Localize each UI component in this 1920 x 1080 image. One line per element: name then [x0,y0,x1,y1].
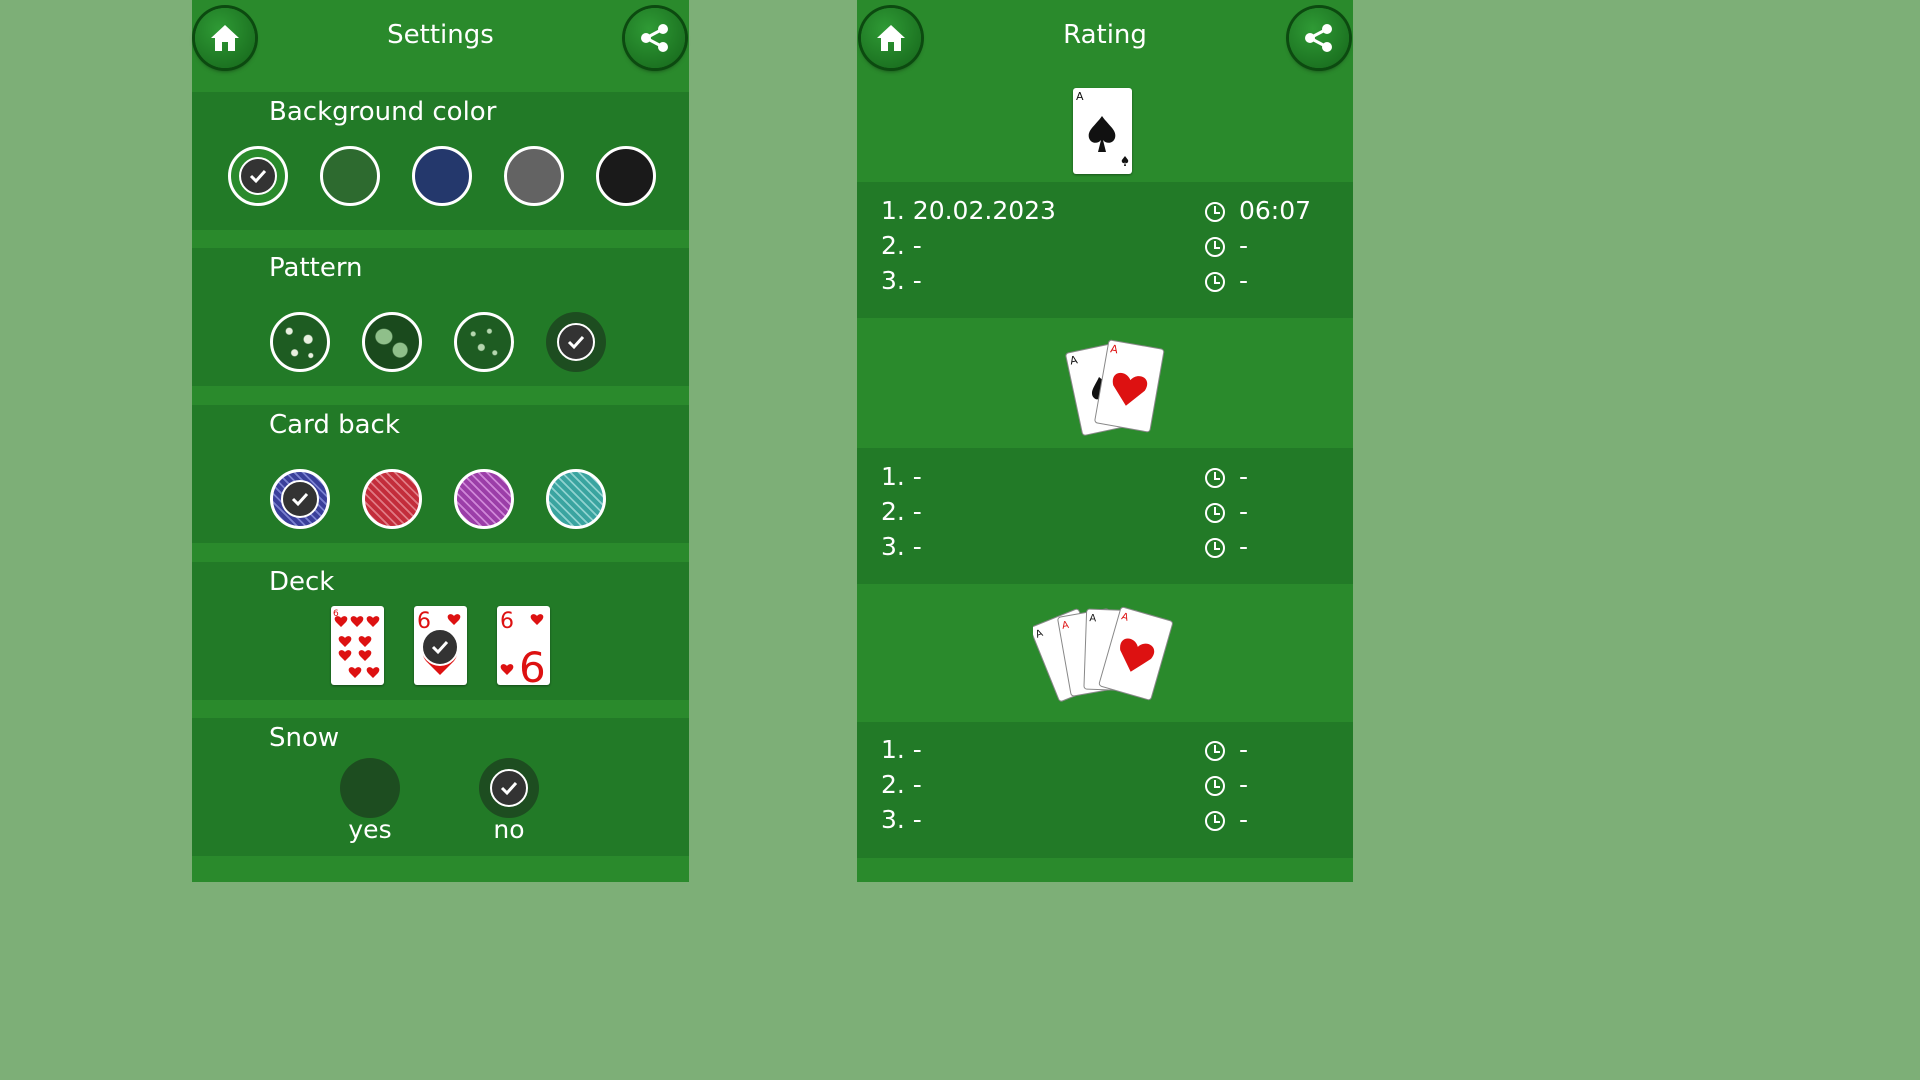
clock-icon [1205,538,1225,558]
four-card-mode-icon: A A A A [1033,606,1173,702]
clock-icon [1205,811,1225,831]
pattern-label: Pattern [269,253,363,283]
clock-icon [1205,741,1225,761]
six-of-hearts-classic-card: 6 [333,609,380,678]
rating-row-place: 2. - [881,231,922,260]
rating-row-time: - [1239,735,1249,764]
share-icon [1305,24,1332,52]
rating-row-place: 3. - [881,805,922,834]
check-icon [557,323,595,361]
clock-icon [1205,468,1225,488]
ace-of-spades-icon: A [1076,90,1129,166]
bg-color-swatch-gray[interactable] [504,146,564,206]
rating-row-time: - [1239,770,1249,799]
bg-color-swatch-green[interactable] [228,146,288,206]
clock-icon [1205,503,1225,523]
rating-row-place: 2. - [881,497,922,526]
check-icon [281,480,319,518]
clock-icon [1205,272,1225,292]
pattern-option-floral[interactable] [270,312,330,372]
rating-row-place: 3. - [881,266,922,295]
clock-icon [1205,202,1225,222]
six-of-hearts-big-numbers-card: 6 6 [500,609,546,685]
check-icon [239,157,277,195]
clock-icon [1205,776,1225,796]
one-card-mode-icon: A [1073,88,1132,174]
deck-section: Deck 6 6 6 6 [192,562,689,700]
rating-row-time: - [1239,462,1249,491]
rating-row-place: 1. 20.02.2023 [881,196,1056,225]
bg-color-swatch-blue[interactable] [412,146,472,206]
snow-option-no[interactable] [479,758,539,818]
snow-option-no-label: no [493,815,525,844]
deck-option-classic[interactable]: 6 [331,606,384,685]
snow-label: Snow [269,723,340,753]
snow-option-yes-label: yes [348,815,392,844]
rating-row-place: 1. - [881,462,922,491]
rating-row-place: 2. - [881,770,922,799]
svg-text:A: A [1076,90,1084,103]
check-icon [490,769,528,807]
two-card-mode-icon: A A [1065,339,1165,436]
rating-panel: Rating A A A A A A A 1. 20.02.2023 06:07… [857,0,1353,882]
rating-row-time: 06:07 [1239,196,1312,225]
rating-row-time: - [1239,266,1249,295]
rating-group-two-cards [857,448,1353,584]
rating-group-four-cards [857,722,1353,858]
card-back-option-blue[interactable] [270,469,330,529]
rating-row-place: 1. - [881,735,922,764]
pattern-option-world[interactable] [362,312,422,372]
share-button[interactable] [625,8,685,68]
settings-panel: Settings Background color Pattern Card b… [192,0,689,882]
bg-color-swatch-dark-green[interactable] [320,146,380,206]
svg-text:A: A [1089,613,1096,624]
pattern-section: Pattern [192,248,689,386]
card-back-label: Card back [269,410,400,440]
rating-row-time: - [1239,497,1249,526]
clock-icon [1205,237,1225,257]
card-back-option-teal[interactable] [546,469,606,529]
snow-option-yes[interactable] [340,758,400,818]
pattern-option-none[interactable] [546,312,606,372]
snow-section: Snow yes no [192,718,689,856]
check-icon [421,628,459,666]
card-back-section: Card back [192,405,689,543]
pattern-option-paisley[interactable] [454,312,514,372]
deck-option-big-numbers[interactable]: 6 6 [497,606,550,685]
rating-row-time: - [1239,805,1249,834]
svg-text:6: 6 [519,643,546,685]
background-color-label: Background color [269,97,497,127]
page-title: Rating [1063,20,1147,50]
card-back-option-red[interactable] [362,469,422,529]
deck-label: Deck [269,567,335,597]
card-back-option-purple[interactable] [454,469,514,529]
deck-option-large-index[interactable]: 6 [414,606,467,685]
bg-color-swatch-black[interactable] [596,146,656,206]
background-color-section: Background color [192,92,689,230]
share-button[interactable] [1289,8,1349,68]
page-title: Settings [387,20,494,50]
rating-row-place: 3. - [881,532,922,561]
rating-row-time: - [1239,231,1249,260]
share-icon [641,24,668,52]
rating-row-time: - [1239,532,1249,561]
svg-text:6: 6 [500,609,514,634]
